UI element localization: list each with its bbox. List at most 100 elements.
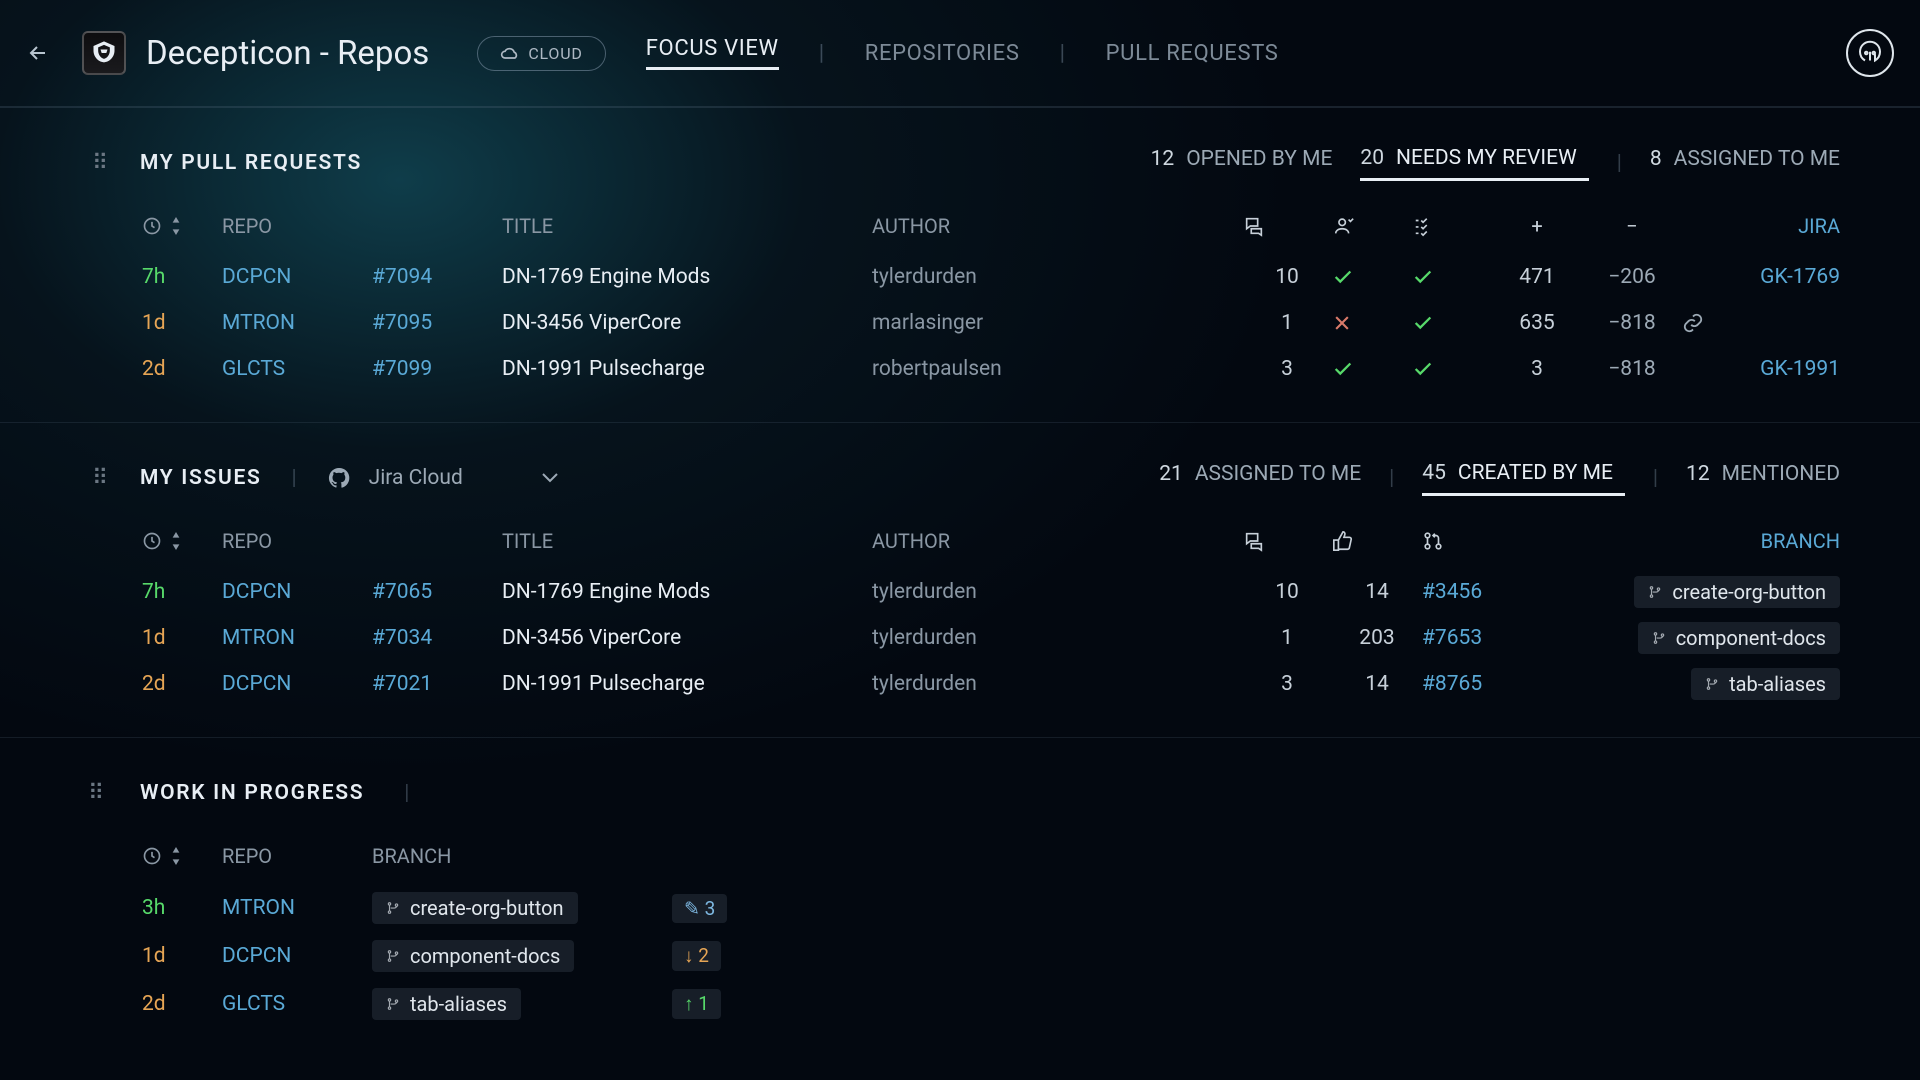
age: 7h	[142, 580, 222, 604]
filter-issues-created[interactable]: 45CREATED BY ME	[1422, 461, 1625, 485]
cloud-badge[interactable]: CLOUD	[477, 36, 605, 71]
issue-row[interactable]: 2d DCPCN #7021 DN-1991 Pulsecharge tyler…	[142, 661, 1840, 707]
age: 1d	[142, 944, 222, 968]
lines-added: 635	[1492, 311, 1582, 335]
gitkraken-icon[interactable]	[1846, 29, 1894, 77]
repo-link[interactable]: MTRON	[222, 626, 372, 650]
divider: |	[819, 41, 825, 66]
wip-row[interactable]: 1d DCPCN component-docs ↓ 2	[142, 932, 1840, 980]
repo-link[interactable]: GLCTS	[222, 357, 372, 381]
comment-count: 3	[1242, 357, 1332, 381]
filter-issues-assigned[interactable]: 21ASSIGNED TO ME	[1159, 462, 1361, 486]
col-repo[interactable]: REPO	[222, 529, 372, 553]
pr-title[interactable]: DN-3456 ViperCore	[502, 311, 872, 335]
filter-needs-my-review[interactable]: 20NEEDS MY REVIEW	[1360, 146, 1588, 170]
linked-pr[interactable]: #3456	[1422, 580, 1532, 604]
repo-link[interactable]: MTRON	[222, 311, 372, 335]
drag-handle-icon[interactable]: ⠿	[92, 151, 111, 176]
tab-repositories[interactable]: REPOSITORIES	[865, 41, 1020, 66]
sort-time[interactable]	[142, 216, 222, 236]
issue-number[interactable]: #7065	[372, 580, 502, 604]
pr-title[interactable]: DN-1769 Engine Mods	[502, 265, 872, 289]
col-title[interactable]: TITLE	[502, 214, 872, 238]
issue-title[interactable]: DN-1769 Engine Mods	[502, 580, 872, 604]
issue-title[interactable]: DN-3456 ViperCore	[502, 626, 872, 650]
page-title: Decepticon - Repos	[146, 34, 429, 73]
issue-row[interactable]: 1d MTRON #7034 DN-3456 ViperCore tylerdu…	[142, 615, 1840, 661]
branch-chip[interactable]: tab-aliases	[372, 988, 521, 1020]
repo-link[interactable]: DCPCN	[222, 580, 372, 604]
ci-status-icon	[1412, 358, 1492, 380]
wip-row[interactable]: 3h MTRON create-org-button ✎ 3	[142, 884, 1840, 932]
col-author[interactable]: AUTHOR	[872, 214, 1242, 238]
filter-issues-mentioned[interactable]: 12MENTIONED	[1686, 462, 1840, 486]
drag-handle-icon[interactable]: ⠿	[92, 466, 111, 491]
link-icon[interactable]	[1682, 312, 1840, 334]
checks-icon	[1412, 215, 1492, 237]
tab-pull-requests[interactable]: PULL REQUESTS	[1106, 41, 1279, 66]
comment-count: 10	[1242, 580, 1332, 604]
pr-table-header: REPO TITLE AUTHOR + − JIRA	[142, 198, 1840, 254]
lines-removed: −818	[1582, 357, 1682, 381]
author: tylerdurden	[872, 672, 1242, 696]
chevron-down-icon[interactable]	[541, 472, 559, 484]
like-count: 14	[1332, 672, 1422, 696]
repo-link[interactable]: DCPCN	[222, 265, 372, 289]
linked-pr[interactable]: #7653	[1422, 626, 1532, 650]
like-count: 14	[1332, 580, 1422, 604]
col-repo[interactable]: REPO	[222, 844, 372, 868]
age: 2d	[142, 672, 222, 696]
pr-title[interactable]: DN-1991 Pulsecharge	[502, 357, 872, 381]
pr-number[interactable]: #7095	[372, 311, 502, 335]
issues-table-header: REPO TITLE AUTHOR BRANCH	[142, 513, 1840, 569]
drag-handle-icon[interactable]: ⠿	[88, 781, 107, 806]
col-jira[interactable]: JIRA	[1682, 214, 1840, 238]
sort-time[interactable]	[142, 846, 222, 866]
branch-chip[interactable]: create-org-button	[1634, 576, 1840, 608]
col-branch[interactable]: BRANCH	[372, 844, 672, 868]
filter-opened-by-me[interactable]: 12OPENED BY ME	[1151, 147, 1333, 171]
section-title-prs: MY PULL REQUESTS	[140, 151, 362, 175]
branch-chip[interactable]: component-docs	[1638, 622, 1840, 654]
jira-link[interactable]: GK-1991	[1682, 357, 1840, 381]
linked-pr[interactable]: #8765	[1422, 672, 1532, 696]
github-icon	[327, 466, 351, 490]
pr-row[interactable]: 7h DCPCN #7094 DN-1769 Engine Mods tyler…	[142, 254, 1840, 300]
issue-number[interactable]: #7021	[372, 672, 502, 696]
tab-focus-view[interactable]: FOCUS VIEW	[646, 36, 779, 70]
issue-source[interactable]: Jira Cloud	[369, 466, 463, 490]
col-repo[interactable]: REPO	[222, 214, 372, 238]
issue-row[interactable]: 7h DCPCN #7065 DN-1769 Engine Mods tyler…	[142, 569, 1840, 615]
pr-row[interactable]: 2d GLCTS #7099 DN-1991 Pulsecharge rober…	[142, 346, 1840, 392]
lines-removed: −818	[1582, 311, 1682, 335]
col-author[interactable]: AUTHOR	[872, 529, 1242, 553]
wip-row[interactable]: 2d GLCTS tab-aliases ↑ 1	[142, 980, 1840, 1028]
wip-stat: ↑ 1	[672, 989, 721, 1019]
col-branch[interactable]: BRANCH	[1532, 529, 1840, 553]
pr-number[interactable]: #7094	[372, 265, 502, 289]
age: 7h	[142, 265, 222, 289]
issue-number[interactable]: #7034	[372, 626, 502, 650]
repo-link[interactable]: DCPCN	[222, 944, 372, 968]
deletions-icon: −	[1582, 214, 1682, 238]
col-title[interactable]: TITLE	[502, 529, 872, 553]
issue-title[interactable]: DN-1991 Pulsecharge	[502, 672, 872, 696]
sort-time[interactable]	[142, 531, 222, 551]
pr-row[interactable]: 1d MTRON #7095 DN-3456 ViperCore marlasi…	[142, 300, 1840, 346]
jira-link[interactable]: GK-1769	[1682, 265, 1840, 289]
back-button[interactable]	[26, 41, 50, 65]
workspace-logo	[82, 31, 126, 75]
comment-count: 10	[1242, 265, 1332, 289]
branch-chip[interactable]: tab-aliases	[1691, 668, 1840, 700]
thumbs-up-icon	[1332, 530, 1422, 552]
repo-link[interactable]: GLCTS	[222, 992, 372, 1016]
author: robertpaulsen	[872, 357, 1242, 381]
filter-assigned-to-me[interactable]: 8ASSIGNED TO ME	[1650, 147, 1840, 171]
pr-number[interactable]: #7099	[372, 357, 502, 381]
age: 2d	[142, 357, 222, 381]
repo-link[interactable]: MTRON	[222, 896, 372, 920]
branch-chip[interactable]: create-org-button	[372, 892, 578, 924]
branch-chip[interactable]: component-docs	[372, 940, 574, 972]
wip-table-header: REPO BRANCH	[142, 828, 1840, 884]
repo-link[interactable]: DCPCN	[222, 672, 372, 696]
